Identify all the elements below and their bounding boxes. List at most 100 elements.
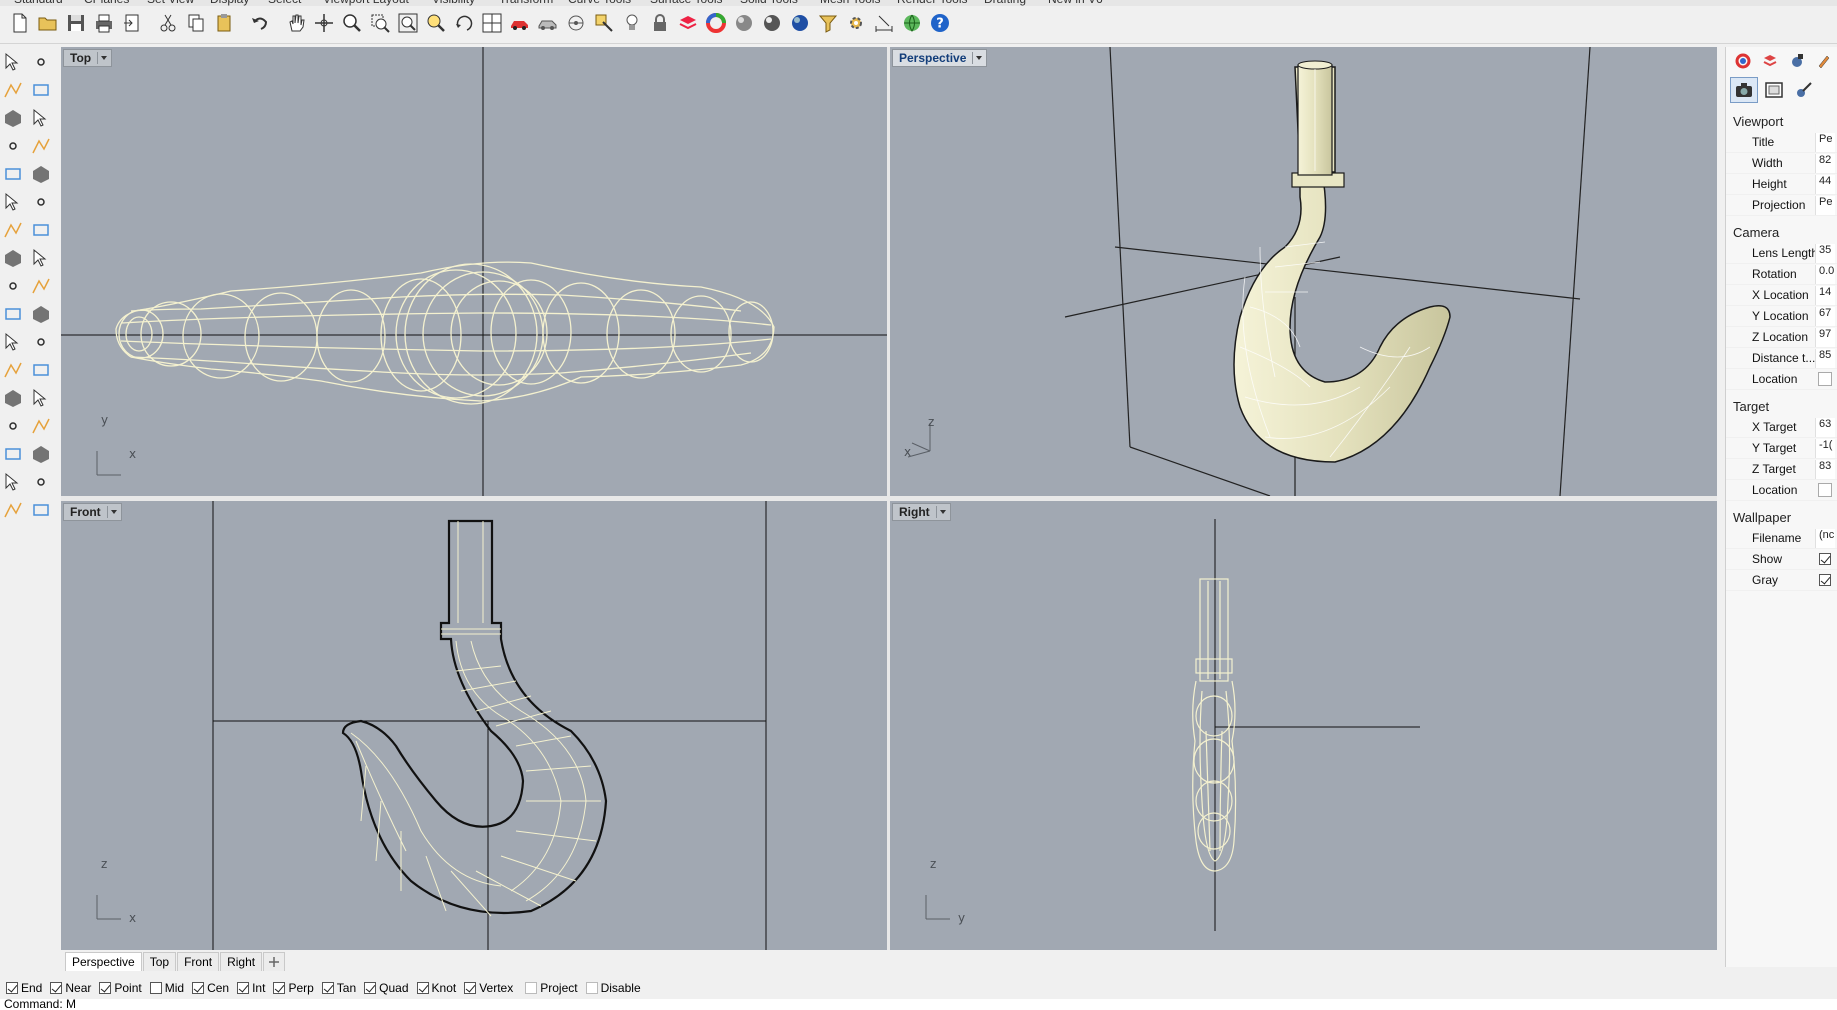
box-tool[interactable] xyxy=(28,218,54,244)
osnap-checkbox[interactable] xyxy=(416,982,429,994)
trim-tool[interactable] xyxy=(0,302,26,328)
import-button[interactable] xyxy=(118,11,146,39)
lock-button[interactable] xyxy=(646,11,674,39)
light-bulb-button[interactable] xyxy=(618,11,646,39)
surface-tool[interactable] xyxy=(28,190,54,216)
tab-properties[interactable] xyxy=(1730,50,1757,72)
osnap-checkbox[interactable] xyxy=(585,982,598,994)
add-viewport-tab-button[interactable] xyxy=(263,952,286,971)
curve-tool[interactable] xyxy=(28,78,54,104)
property-value-field[interactable]: 14 xyxy=(1815,285,1835,305)
viewport-frame-subtab[interactable] xyxy=(1760,77,1788,103)
select-arrow-tool[interactable] xyxy=(0,50,26,76)
tab-layers[interactable] xyxy=(1757,50,1784,72)
property-value-field[interactable]: Pe xyxy=(1815,195,1835,215)
join-tool[interactable] xyxy=(28,330,54,356)
osnap-cen[interactable]: Cen xyxy=(192,981,229,995)
chevron-down-icon[interactable] xyxy=(97,52,108,64)
rendered-sphere-button[interactable] xyxy=(758,11,786,39)
viewport-front[interactable]: z x Front xyxy=(61,501,887,950)
osnap-checkbox[interactable] xyxy=(364,982,377,994)
shaded-sphere-button[interactable] xyxy=(730,11,758,39)
car-wire-button[interactable] xyxy=(534,11,562,39)
dimension-button[interactable] xyxy=(870,11,898,39)
cut-button[interactable] xyxy=(154,11,182,39)
paste-button[interactable] xyxy=(210,11,238,39)
undo-button[interactable] xyxy=(246,11,274,39)
viewport-title-front[interactable]: Front xyxy=(63,503,122,521)
viewport-perspective[interactable]: z x Perspective xyxy=(890,47,1717,496)
osnap-checkbox[interactable] xyxy=(237,982,250,994)
property-value-field[interactable]: 83 xyxy=(1815,459,1835,479)
tab-viewport-front[interactable]: Front xyxy=(177,952,220,971)
osnap-checkbox[interactable] xyxy=(525,982,538,994)
print-button[interactable] xyxy=(90,11,118,39)
tab-viewport-top[interactable]: Top xyxy=(142,952,177,971)
osnap-tan[interactable]: Tan xyxy=(321,981,356,995)
pan-hand-button[interactable] xyxy=(282,11,310,39)
osnap-checkbox[interactable] xyxy=(321,982,334,994)
osnap-checkbox[interactable] xyxy=(99,982,112,994)
osnap-disable[interactable]: Disable xyxy=(585,981,641,995)
chevron-down-icon[interactable] xyxy=(972,52,983,64)
zoom-button[interactable] xyxy=(338,11,366,39)
color-wheel-button[interactable] xyxy=(702,11,730,39)
osnap-knot[interactable]: Knot xyxy=(416,981,456,995)
move-tool[interactable] xyxy=(28,414,54,440)
help-button[interactable]: ? xyxy=(926,11,954,39)
boolean-tool[interactable] xyxy=(28,274,54,300)
text-tool[interactable] xyxy=(0,386,26,412)
cylinder-tool[interactable] xyxy=(0,246,26,272)
osnap-checkbox[interactable] xyxy=(192,982,205,994)
four-view-button[interactable] xyxy=(478,11,506,39)
move-view-button[interactable] xyxy=(310,11,338,39)
property-value-field[interactable]: 35 xyxy=(1815,243,1835,263)
zoom-extents-button[interactable] xyxy=(394,11,422,39)
render-button[interactable] xyxy=(786,11,814,39)
viewport-right[interactable]: z y Right xyxy=(890,501,1717,950)
layout-tool[interactable] xyxy=(28,442,54,468)
globe-button[interactable] xyxy=(898,11,926,39)
fillet-tool[interactable] xyxy=(28,162,54,188)
solid-tool[interactable] xyxy=(0,498,26,524)
osnap-checkbox[interactable] xyxy=(6,982,18,994)
location-pick-button[interactable] xyxy=(1818,372,1832,386)
camera-subtab[interactable] xyxy=(1730,77,1758,103)
osnap-point[interactable]: Point xyxy=(99,981,142,995)
dimension-tool[interactable] xyxy=(28,386,54,412)
copy-button[interactable] xyxy=(182,11,210,39)
property-value-field[interactable]: 67 xyxy=(1815,306,1835,326)
arc-tool[interactable] xyxy=(28,106,54,132)
new-file-button[interactable] xyxy=(6,11,34,39)
property-value-field[interactable]: (nc xyxy=(1815,528,1835,548)
tab-viewport-perspective[interactable]: Perspective xyxy=(65,952,142,971)
car-shade-button[interactable] xyxy=(506,11,534,39)
point-tool[interactable] xyxy=(28,50,54,76)
extrude-tool[interactable] xyxy=(28,246,54,272)
property-value-field[interactable]: 85 xyxy=(1815,348,1835,368)
property-value-field[interactable]: 82 xyxy=(1815,153,1835,173)
osnap-quad[interactable]: Quad xyxy=(364,981,409,995)
osnap-button[interactable] xyxy=(590,11,618,39)
grid-tool[interactable] xyxy=(0,470,26,496)
osnap-checkbox[interactable] xyxy=(273,982,286,994)
osnap-vertex[interactable]: Vertex xyxy=(464,981,513,995)
ellipse-tool[interactable] xyxy=(0,134,26,160)
check-tool[interactable] xyxy=(28,470,54,496)
rotate-view-button[interactable] xyxy=(450,11,478,39)
property-value-field[interactable]: 63 xyxy=(1815,417,1835,437)
options-gear-button[interactable] xyxy=(842,11,870,39)
viewport-title-top[interactable]: Top xyxy=(63,49,113,67)
viewport-title-right[interactable]: Right xyxy=(892,503,951,521)
render-tool[interactable] xyxy=(28,498,54,524)
zoom-window-button[interactable] xyxy=(366,11,394,39)
polyline-tool[interactable] xyxy=(0,78,26,104)
viewport-title-perspective[interactable]: Perspective xyxy=(892,49,988,67)
property-value-field[interactable]: 44 xyxy=(1815,174,1835,194)
explode-tool[interactable] xyxy=(0,330,26,356)
osnap-perp[interactable]: Perp xyxy=(273,981,314,995)
osnap-int[interactable]: Int xyxy=(237,981,265,995)
property-value-field[interactable]: 0.0 xyxy=(1815,264,1835,284)
mesh-tool[interactable] xyxy=(0,358,26,384)
group-tool[interactable] xyxy=(0,414,26,440)
